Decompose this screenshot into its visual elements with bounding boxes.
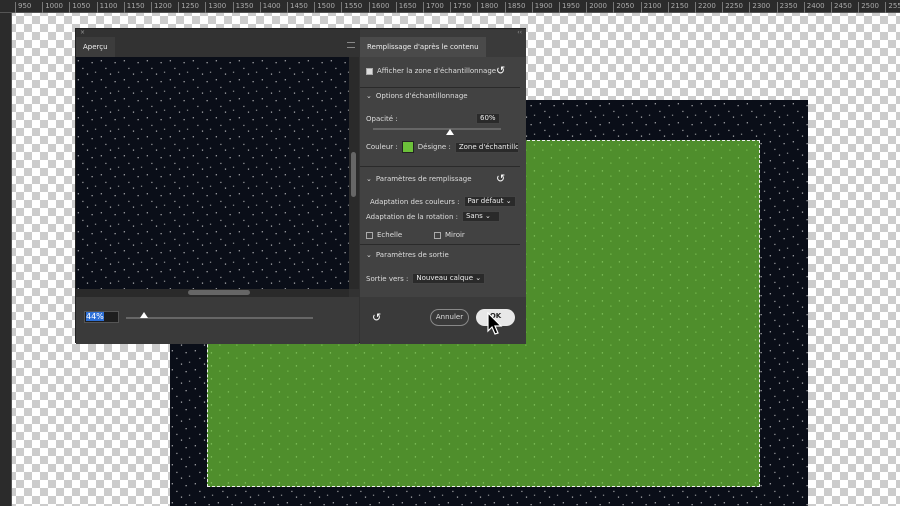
ruler-tick: 2250 bbox=[722, 2, 743, 13]
ruler-tick: 1900 bbox=[531, 2, 553, 13]
opacity-input[interactable]: 60% bbox=[476, 113, 500, 124]
color-adapt-dropdown[interactable]: Par défaut ⌄ bbox=[463, 196, 516, 207]
fill-section-header[interactable]: Paramètres de remplissage bbox=[376, 175, 472, 183]
opacity-label: Opacité : bbox=[366, 115, 398, 123]
mirror-label: Miroir bbox=[445, 231, 465, 239]
close-icon[interactable]: × bbox=[76, 29, 359, 37]
ruler-tick: 1400 bbox=[259, 2, 281, 13]
ruler-tick: 1200 bbox=[151, 2, 172, 13]
cancel-button[interactable]: Annuler bbox=[430, 309, 469, 326]
zoom-row: 44% bbox=[76, 297, 359, 344]
ruler-tick: 1750 bbox=[450, 2, 471, 13]
ruler-tick: 1650 bbox=[395, 2, 417, 13]
ruler-tick: 1250 bbox=[178, 2, 199, 13]
ruler-tick: 1950 bbox=[559, 2, 580, 13]
preview-panel: × Aperçu 44% bbox=[76, 29, 359, 344]
ruler-tick: 2300 bbox=[749, 2, 770, 13]
ruler-tick: 1300 bbox=[205, 2, 226, 13]
ruler-vertical bbox=[0, 13, 12, 506]
mouse-cursor-icon bbox=[487, 312, 503, 335]
ruler-tick: 950 bbox=[15, 2, 31, 13]
panel-menu-icon[interactable] bbox=[347, 42, 355, 48]
ruler-tick: 2550 bbox=[885, 2, 900, 13]
output-dropdown[interactable]: Nouveau calque ⌄ bbox=[412, 273, 486, 284]
color-swatch[interactable] bbox=[401, 141, 414, 153]
ruler-tick: 1700 bbox=[423, 2, 444, 13]
tab-content-aware-fill[interactable]: Remplissage d'après le contenu bbox=[360, 37, 486, 57]
zoom-slider[interactable] bbox=[126, 317, 313, 319]
reset-all-icon[interactable]: ↺ bbox=[372, 311, 381, 324]
ruler-tick: 2400 bbox=[803, 2, 825, 13]
output-section-header[interactable]: Paramètres de sortie bbox=[376, 251, 449, 259]
ruler-tick: 1150 bbox=[123, 2, 145, 13]
reset-icon[interactable]: ↺ bbox=[496, 64, 505, 77]
ruler-tick: 1350 bbox=[232, 2, 253, 13]
ruler-tick: 1050 bbox=[69, 2, 90, 13]
chevron-down-icon[interactable]: ⌄ bbox=[366, 92, 372, 100]
chevron-down-icon[interactable]: ⌄ bbox=[366, 251, 372, 259]
rotation-dropdown[interactable]: Sans ⌄ bbox=[461, 211, 500, 222]
rotation-label: Adaptation de la rotation : bbox=[366, 212, 458, 221]
designate-dropdown[interactable]: Zone d'échantillonnage bbox=[454, 141, 519, 153]
ruler-tick: 2150 bbox=[667, 2, 689, 13]
ruler-tick: 2200 bbox=[695, 2, 716, 13]
ruler-tick: 2450 bbox=[831, 2, 852, 13]
content-aware-fill-panel: ‹‹ Remplissage d'après le contenu Affich… bbox=[360, 29, 526, 344]
ruler-tick: 2100 bbox=[640, 2, 661, 13]
ruler-horizontal: 950 1000 1050 1100 1150 1200 1250 1300 1350 1400 1… bbox=[0, 0, 900, 13]
ruler-tick: 2500 bbox=[858, 2, 879, 13]
scale-checkbox[interactable] bbox=[366, 231, 373, 239]
preview-image[interactable] bbox=[76, 57, 349, 289]
show-sampling-label: Afficher la zone d'échantillonnage bbox=[377, 67, 497, 75]
tab-preview[interactable]: Aperçu bbox=[76, 37, 115, 57]
ruler-tick: 2350 bbox=[776, 2, 797, 13]
content-aware-fill-workspace: × Aperçu 44% ‹‹ Remplissage d'après le c… bbox=[75, 28, 526, 344]
scale-label: Echelle bbox=[377, 231, 403, 239]
ruler-tick: 1600 bbox=[368, 2, 389, 13]
chevron-down-icon[interactable]: ⌄ bbox=[366, 175, 372, 183]
horizontal-scrollbar[interactable] bbox=[76, 289, 349, 297]
mirror-checkbox[interactable] bbox=[434, 231, 441, 239]
color-adapt-label: Adaptation des couleurs : bbox=[370, 197, 460, 206]
ruler-tick: 1000 bbox=[42, 2, 63, 13]
opacity-slider-thumb[interactable] bbox=[446, 129, 454, 135]
vertical-scrollbar[interactable] bbox=[349, 57, 359, 289]
output-label: Sortie vers : bbox=[366, 274, 409, 283]
zoom-input[interactable]: 44% bbox=[84, 311, 119, 323]
ruler-tick: 2050 bbox=[613, 2, 634, 13]
collapse-icon[interactable]: ‹‹ bbox=[360, 29, 526, 37]
show-sampling-checkbox[interactable] bbox=[366, 67, 373, 75]
sampling-section-header[interactable]: Options d'échantillonnage bbox=[376, 92, 468, 100]
ruler-tick: 2000 bbox=[586, 2, 607, 13]
designate-label: Désigne : bbox=[417, 143, 451, 151]
reset-icon[interactable]: ↺ bbox=[496, 172, 505, 185]
scroll-thumb[interactable] bbox=[188, 290, 250, 295]
ruler-tick: 1500 bbox=[314, 2, 335, 13]
scroll-thumb[interactable] bbox=[351, 152, 356, 197]
ruler-tick: 1800 bbox=[477, 2, 498, 13]
ruler-tick: 1550 bbox=[341, 2, 362, 13]
color-label: Couleur : bbox=[366, 143, 398, 151]
ruler-tick: 1450 bbox=[287, 2, 308, 13]
opacity-slider[interactable] bbox=[373, 128, 501, 130]
zoom-slider-thumb[interactable] bbox=[140, 312, 148, 318]
ruler-tick: 1850 bbox=[504, 2, 525, 13]
ruler-tick: 1100 bbox=[96, 2, 117, 13]
